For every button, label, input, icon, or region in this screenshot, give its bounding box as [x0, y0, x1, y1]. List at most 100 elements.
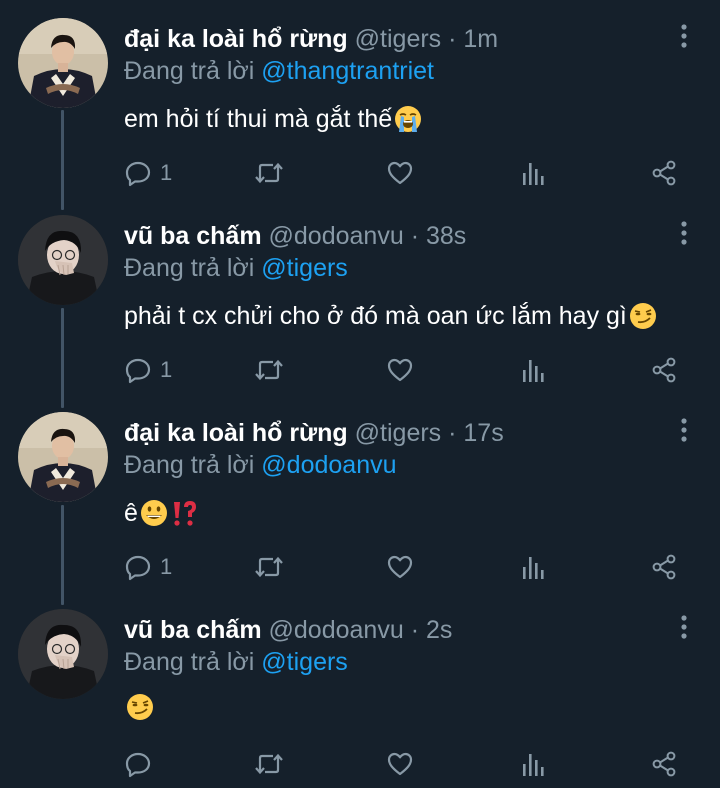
share-icon: [650, 159, 678, 187]
replying-to: Đang trả lời @tigers: [124, 645, 348, 679]
analytics-button[interactable]: [520, 158, 546, 188]
tweet-header: đại ka loài hổ rừng @tigers · 1m: [124, 22, 498, 56]
avatar[interactable]: [18, 215, 108, 305]
avatar[interactable]: [18, 18, 108, 108]
like-button[interactable]: [386, 552, 414, 582]
heart-icon: [386, 356, 414, 384]
grinning-face-emoji: [139, 498, 169, 528]
like-button[interactable]: [386, 158, 414, 188]
avatar[interactable]: [18, 412, 108, 502]
retweet-icon: [254, 553, 284, 581]
retweet-button[interactable]: [254, 749, 284, 779]
replying-to: Đang trả lời @dodoanvu: [124, 448, 397, 482]
share-button[interactable]: [650, 552, 678, 582]
analytics-icon: [520, 750, 546, 778]
share-icon: [650, 356, 678, 384]
reply-mention-link[interactable]: @tigers: [261, 648, 348, 676]
user-handle[interactable]: @tigers: [355, 25, 442, 53]
reply-mention-link[interactable]: @thangtrantriet: [261, 57, 434, 85]
reply-count: 1: [160, 357, 173, 382]
reply-icon: [124, 356, 152, 384]
tweet-header: đại ka loài hổ rừng @tigers · 17s: [124, 416, 504, 450]
retweet-icon: [254, 159, 284, 187]
separator-dot: ·: [410, 616, 420, 644]
like-button[interactable]: [386, 749, 414, 779]
tweet-header: vũ ba chấm @dodoanvu · 2s: [124, 613, 452, 647]
tweet[interactable]: vũ ba chấm @dodoanvu · 2s Đang trả lời @t…: [0, 591, 720, 788]
retweet-icon: [254, 356, 284, 384]
tweet-actions: 1: [124, 552, 684, 582]
tweet-text-content: em hỏi tí thui mà gắt thế: [124, 105, 393, 133]
share-button[interactable]: [650, 158, 678, 188]
retweet-button[interactable]: [254, 552, 284, 582]
timestamp[interactable]: 1m: [463, 25, 498, 53]
heart-icon: [386, 159, 414, 187]
retweet-icon: [254, 750, 284, 778]
reply-button[interactable]: [124, 749, 160, 779]
avatar[interactable]: [18, 609, 108, 699]
tweet[interactable]: đại ka loài hổ rừng @tigers · 17s Đang tr…: [0, 394, 720, 591]
reply-icon: [124, 159, 152, 187]
user-handle[interactable]: @dodoanvu: [269, 616, 404, 644]
analytics-icon: [520, 553, 546, 581]
replying-to: Đang trả lời @tigers: [124, 251, 348, 285]
reply-count: 1: [160, 160, 173, 185]
analytics-button[interactable]: [520, 552, 546, 582]
reply-button[interactable]: 1: [124, 552, 172, 582]
reply-icon: [124, 750, 152, 778]
heart-icon: [386, 553, 414, 581]
replying-to-label: Đang trả lời: [124, 254, 255, 282]
replying-to-label: Đang trả lời: [124, 57, 255, 85]
tweet-text: [124, 692, 155, 722]
display-name[interactable]: vũ ba chấm: [124, 222, 262, 250]
reply-button[interactable]: 1: [124, 355, 172, 385]
timestamp[interactable]: 2s: [426, 616, 452, 644]
share-icon: [650, 750, 678, 778]
user-handle[interactable]: @dodoanvu: [269, 222, 404, 250]
replying-to-label: Đang trả lời: [124, 648, 255, 676]
exclamation-question-mark-emoji: [170, 498, 200, 528]
reply-mention-link[interactable]: @tigers: [261, 254, 348, 282]
display-name[interactable]: đại ka loài hổ rừng: [124, 25, 348, 53]
share-icon: [650, 553, 678, 581]
tweet[interactable]: đại ka loài hổ rừng @tigers · 1m Đang trả…: [0, 0, 720, 197]
timestamp[interactable]: 17s: [463, 419, 503, 447]
replying-to: Đang trả lời @thangtrantriet: [124, 54, 434, 88]
display-name[interactable]: vũ ba chấm: [124, 616, 262, 644]
tweet-actions: [124, 749, 684, 779]
share-button[interactable]: [650, 355, 678, 385]
analytics-button[interactable]: [520, 749, 546, 779]
tweet-actions: 1: [124, 355, 684, 385]
analytics-icon: [520, 356, 546, 384]
more-vertical-icon[interactable]: [672, 219, 696, 247]
tweet-text: phải t cx chửi cho ở đó mà oan ức lắm ha…: [124, 298, 658, 334]
more-vertical-icon[interactable]: [672, 22, 696, 50]
separator-dot: ·: [448, 419, 457, 447]
heart-icon: [386, 750, 414, 778]
display-name[interactable]: đại ka loài hổ rừng: [124, 419, 348, 447]
reply-mention-link[interactable]: @dodoanvu: [261, 451, 396, 479]
analytics-button[interactable]: [520, 355, 546, 385]
retweet-button[interactable]: [254, 158, 284, 188]
analytics-icon: [520, 159, 546, 187]
tweet-header: vũ ba chấm @dodoanvu · 38s: [124, 219, 466, 253]
like-button[interactable]: [386, 355, 414, 385]
timestamp[interactable]: 38s: [426, 222, 466, 250]
separator-dot: ·: [448, 25, 457, 53]
reply-count: 1: [160, 554, 173, 579]
tweet-text: em hỏi tí thui mà gắt thế: [124, 101, 423, 137]
smirking-face-emoji: [628, 301, 658, 331]
tweet-text: ê: [124, 495, 200, 531]
smirking-face-emoji: [125, 692, 155, 722]
tweet-text-content: ê: [124, 499, 138, 527]
tweet[interactable]: vũ ba chấm @dodoanvu · 38s Đang trả lời @…: [0, 197, 720, 394]
tweet-text-content: phải t cx chửi cho ở đó mà oan ức lắm ha…: [124, 302, 627, 330]
more-vertical-icon[interactable]: [672, 613, 696, 641]
share-button[interactable]: [650, 749, 678, 779]
loudly-crying-face-emoji: [393, 104, 423, 134]
replying-to-label: Đang trả lời: [124, 451, 255, 479]
more-vertical-icon[interactable]: [672, 416, 696, 444]
reply-button[interactable]: 1: [124, 158, 172, 188]
retweet-button[interactable]: [254, 355, 284, 385]
user-handle[interactable]: @tigers: [355, 419, 442, 447]
